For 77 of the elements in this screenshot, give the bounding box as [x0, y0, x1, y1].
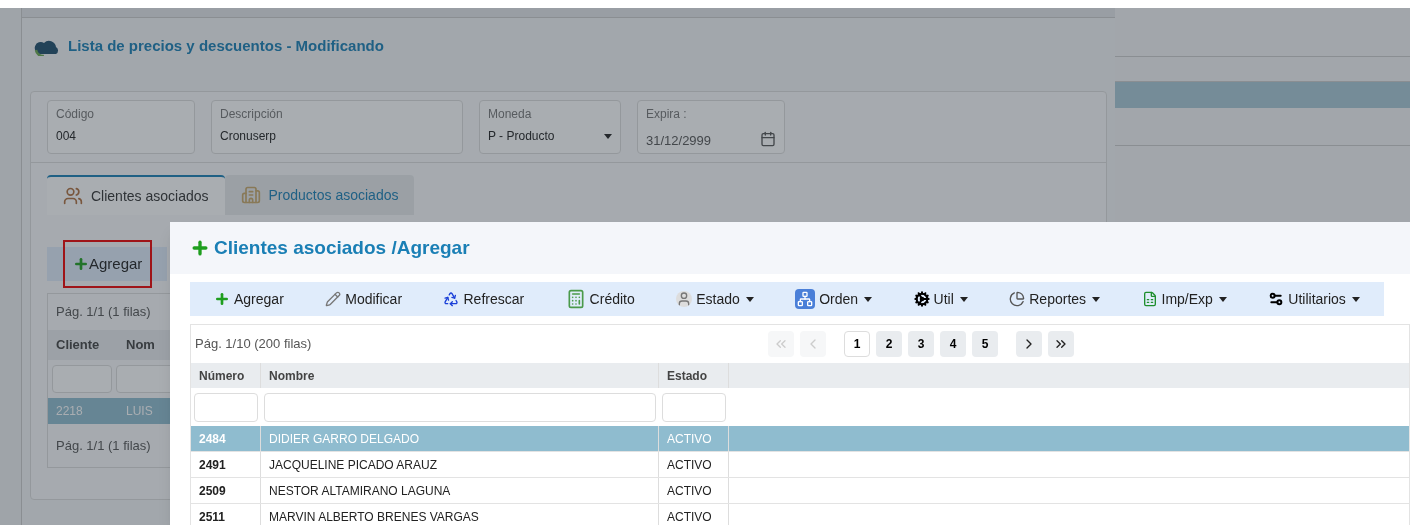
column-header: Nombre	[261, 363, 659, 388]
field-label: Código	[56, 106, 96, 123]
toolbar-button[interactable]: Modificar	[325, 288, 403, 310]
hierarchy-icon	[795, 289, 816, 309]
toolbar-button[interactable]: Refrescar	[443, 288, 525, 310]
toolbar-button[interactable]: Agregar	[214, 288, 284, 310]
people-icon	[63, 186, 83, 206]
page-button[interactable]: 1	[844, 331, 870, 357]
table-row[interactable]: 2491 JACQUELINE PICADO ARAUZ ACTIVO	[191, 452, 1409, 478]
table-cell: 2509	[191, 478, 261, 503]
buildings-icon	[240, 185, 261, 205]
plus-icon	[73, 256, 89, 272]
page-button[interactable]: 2	[876, 331, 902, 357]
filter-field[interactable]	[662, 392, 726, 422]
window-title: Lista de precios y descuentos - Modificando	[68, 36, 384, 57]
toolbar-button[interactable]: Util	[913, 288, 968, 310]
field-value: 004	[56, 128, 77, 145]
column-header: Número	[191, 363, 261, 388]
toolbar-button[interactable]: Imp/Exp	[1141, 288, 1227, 310]
field-value: P - Producto	[488, 128, 555, 145]
table-cell: 2511	[191, 504, 261, 525]
toolbar-button[interactable]: Reportes	[1009, 288, 1101, 310]
person-icon	[676, 291, 693, 307]
page-button[interactable]: 4	[940, 331, 966, 357]
table-cell: ACTIVO	[659, 452, 729, 477]
plus-icon	[190, 238, 210, 258]
page-button[interactable]: 5	[972, 331, 998, 357]
table-cell: ACTIVO	[659, 504, 729, 525]
column-header: Cliente	[55, 335, 101, 354]
field-label: Expira :	[646, 106, 688, 123]
form-field[interactable]: Código 004	[47, 100, 195, 154]
add-button[interactable]: Agregar	[63, 240, 153, 288]
pencil-icon	[325, 291, 342, 307]
toolbar-button[interactable]: Orden	[795, 288, 873, 310]
field-value: Cronuserp	[220, 128, 277, 145]
dropdown-caret-icon	[604, 133, 612, 139]
recycle-icon	[443, 291, 460, 307]
toolbar-button[interactable]: Crédito	[565, 288, 635, 310]
toolbar-button[interactable]: Estado	[676, 288, 754, 310]
caret-icon	[959, 296, 968, 302]
table-row[interactable]: 2509 NESTOR ALTAMIRANO LAGUNA ACTIVO	[191, 478, 1409, 504]
table-row[interactable]: 2511 MARVIN ALBERTO BRENES VARGAS ACTIVO	[191, 504, 1409, 525]
filter-field[interactable]	[264, 392, 656, 422]
field-value: 31/12/2999	[646, 132, 712, 150]
plus-icon	[214, 291, 230, 307]
caret-icon	[1218, 296, 1227, 302]
field-label: Descripción	[220, 106, 284, 123]
caret-icon	[1351, 296, 1360, 302]
caret-icon	[864, 296, 873, 302]
table-cell: 2491	[191, 452, 261, 477]
filter-field[interactable]	[194, 392, 258, 422]
table-cell: ACTIVO	[659, 426, 729, 451]
caret-icon	[745, 296, 754, 302]
column-header: Estado	[659, 363, 729, 388]
calendar-icon	[760, 130, 776, 147]
table-cell-text: 2218	[55, 402, 84, 420]
page-nav-button[interactable]	[1048, 331, 1074, 357]
modal-title: Clientes asociados /Agregar	[214, 235, 470, 260]
table-cell: DIDIER GARRO DELGADO	[261, 426, 659, 451]
toolbar-button[interactable]: Utilitarios	[1268, 288, 1360, 310]
table-cell: ACTIVO	[659, 478, 729, 503]
field-label: Moneda	[488, 106, 533, 123]
table-cell-text: LUIS	[125, 402, 154, 420]
table-cell: 2484	[191, 426, 261, 451]
pager-info: Pág. 1/1 (1 filas)	[55, 303, 152, 321]
column-header: Nom	[125, 335, 156, 354]
page-button[interactable]: 3	[908, 331, 934, 357]
pager-info: Pág. 1/10 (200 filas)	[194, 335, 312, 354]
form-field[interactable]: Expira : 31/12/2999	[637, 100, 785, 154]
form-field[interactable]: Descripción Cronuserp	[211, 100, 463, 154]
table-cell: MARVIN ALBERTO BRENES VARGAS	[261, 504, 659, 525]
pie-chart-icon	[1009, 291, 1026, 307]
caret-icon	[1092, 296, 1101, 302]
form-field[interactable]: Moneda P - Producto	[479, 100, 621, 154]
table-cell: NESTOR ALTAMIRANO LAGUNA	[261, 478, 659, 503]
table-cell: JACQUELINE PICADO ARAUZ	[261, 452, 659, 477]
spreadsheet-icon	[1141, 291, 1158, 307]
